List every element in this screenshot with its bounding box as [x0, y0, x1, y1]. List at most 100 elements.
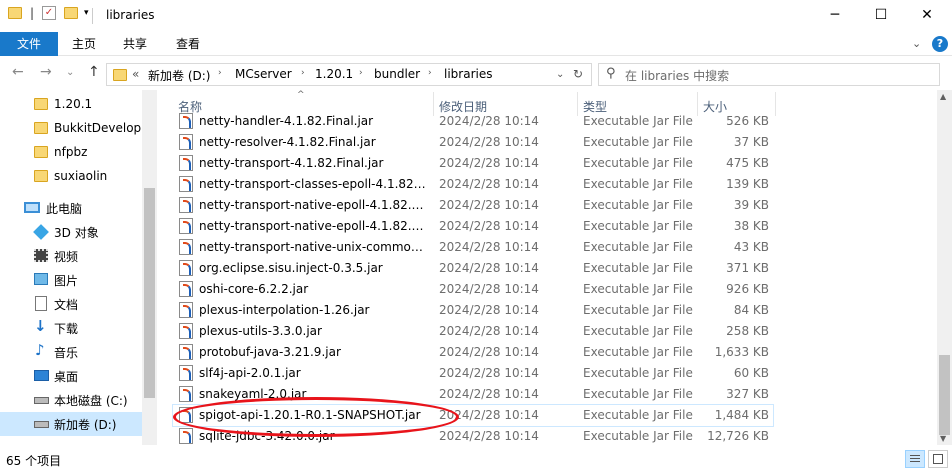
nav-item-local-disk-c[interactable]: 本地磁盘 (C:)	[0, 388, 142, 412]
nav-item-bukkitdevelop[interactable]: BukkitDevelop	[0, 117, 142, 141]
table-row[interactable]: netty-transport-native-epoll-4.1.82.Fi..…	[173, 195, 773, 216]
nav-item-nfpbz[interactable]: nfpbz	[0, 141, 142, 165]
nav-item-documents[interactable]: 文档	[0, 292, 142, 316]
nav-item-this-pc[interactable]: 此电脑	[0, 196, 142, 220]
address-dropdown-button[interactable]: ⌄	[556, 69, 564, 80]
search-input[interactable]: 在 libraries 中搜索	[625, 67, 729, 84]
table-row[interactable]: netty-resolver-4.1.82.Final.jar 2024/2/28…	[173, 132, 773, 153]
file-type: Executable Jar File	[583, 240, 693, 254]
jar-file-icon	[179, 239, 193, 255]
file-type: Executable Jar File	[583, 345, 693, 359]
details-view-button[interactable]	[905, 450, 925, 468]
table-row[interactable]: plexus-interpolation-1.26.jar 2024/2/28 1…	[173, 300, 773, 321]
file-date: 2024/2/28 10:14	[439, 198, 539, 212]
file-name: org.eclipse.sisu.inject-0.3.5.jar	[199, 261, 383, 275]
tab-file[interactable]: 文件	[0, 32, 58, 56]
file-type: Executable Jar File	[583, 324, 693, 338]
nav-item-desktop[interactable]: 桌面	[0, 364, 142, 388]
jar-file-icon	[179, 407, 193, 423]
file-list-scrollbar-thumb[interactable]	[939, 355, 950, 435]
table-row[interactable]: protobuf-java-3.21.9.jar 2024/2/28 10:14 E…	[173, 342, 773, 363]
scroll-down-icon[interactable]: ▼	[940, 434, 946, 443]
file-size: 12,726 KB	[707, 429, 769, 443]
table-row[interactable]: spigot-api-1.20.1-R0.1-SNAPSHOT.jar 2024/…	[172, 404, 774, 427]
nav-scrollbar[interactable]	[142, 90, 157, 445]
table-row[interactable]: netty-transport-native-unix-common-... 20…	[173, 237, 773, 258]
up-button[interactable]: ↑	[88, 64, 100, 80]
table-row[interactable]: netty-transport-4.1.82.Final.jar 2024/2/2…	[173, 153, 773, 174]
refresh-button[interactable]: ↻	[573, 67, 583, 81]
file-name: netty-transport-native-unix-common-...	[199, 240, 427, 254]
file-type: Executable Jar File	[583, 282, 693, 296]
search-box[interactable]: ⚲ 在 libraries 中搜索	[598, 63, 940, 86]
customize-quick-access-icon[interactable]: ▾	[84, 8, 89, 18]
tab-home[interactable]: 主页	[58, 32, 110, 56]
maximize-button[interactable]: ☐	[858, 0, 904, 30]
table-row[interactable]: org.eclipse.sisu.inject-0.3.5.jar 2024/2/…	[173, 258, 773, 279]
file-list-scrollbar[interactable]: ▲ ▼	[937, 90, 952, 445]
forward-button[interactable]: →	[40, 64, 52, 80]
chevron-right-icon[interactable]: ›	[301, 68, 305, 78]
file-date: 2024/2/28 10:14	[439, 177, 539, 191]
table-row[interactable]: sqlite-jdbc-3.42.0.0.jar 2024/2/28 10:14 E…	[173, 426, 773, 445]
quick-access-divider: |	[30, 6, 35, 20]
breadcrumb-mcserver[interactable]: MCserver	[235, 67, 292, 81]
nav-item-music[interactable]: ♪ 音乐	[0, 340, 142, 364]
jar-file-icon	[179, 176, 193, 192]
jar-file-icon	[179, 386, 193, 402]
breadcrumb-1-20-1[interactable]: 1.20.1	[315, 67, 353, 81]
nav-item-pictures[interactable]: 图片	[0, 268, 142, 292]
nav-item-downloads[interactable]: ↓ 下载	[0, 316, 142, 340]
chevron-right-icon[interactable]: ›	[359, 68, 363, 78]
file-name: netty-transport-4.1.82.Final.jar	[199, 156, 384, 170]
table-row[interactable]: snakeyaml-2.0.jar 2024/2/28 10:14 Executab…	[173, 384, 773, 405]
file-type: Executable Jar File	[583, 135, 693, 149]
item-count: 65 个项目	[6, 454, 62, 468]
table-row[interactable]: netty-handler-4.1.82.Final.jar 2024/2/28 …	[173, 111, 773, 132]
nav-item-label: 图片	[54, 274, 79, 288]
breadcrumb-bundler[interactable]: bundler	[374, 67, 420, 81]
table-row[interactable]: slf4j-api-2.0.1.jar 2024/2/28 10:14 Execut…	[173, 363, 773, 384]
window-title: libraries	[106, 8, 155, 22]
nav-item-label: 音乐	[54, 346, 79, 360]
back-button[interactable]: ←	[12, 64, 24, 80]
minimize-button[interactable]: ─	[812, 0, 858, 30]
table-row[interactable]: plexus-utils-3.3.0.jar 2024/2/28 10:14 Exe…	[173, 321, 773, 342]
nav-item-suxiaolin[interactable]: suxiaolin	[0, 165, 142, 189]
properties-icon[interactable]: ✓	[42, 6, 56, 20]
file-name: protobuf-java-3.21.9.jar	[199, 345, 341, 359]
address-bar[interactable]: « 新加卷 (D:) › MCserver › 1.20.1 › bundler…	[106, 63, 592, 86]
table-row[interactable]: oshi-core-6.2.2.jar 2024/2/28 10:14 Execut…	[173, 279, 773, 300]
nav-scrollbar-thumb[interactable]	[144, 188, 155, 398]
expand-ribbon-icon[interactable]: ⌄	[912, 37, 921, 50]
close-button[interactable]: ✕	[904, 0, 950, 30]
nav-item-volume-d[interactable]: 新加卷 (D:)	[0, 412, 142, 436]
file-name: plexus-interpolation-1.26.jar	[199, 303, 370, 317]
tab-view[interactable]: 查看	[162, 32, 214, 56]
chevron-right-icon[interactable]: ›	[218, 68, 222, 78]
nav-item-videos[interactable]: 视频	[0, 244, 142, 268]
nav-item-1-20-1[interactable]: 1.20.1	[0, 93, 142, 117]
file-size: 371 KB	[726, 261, 769, 275]
file-size: 1,633 KB	[714, 345, 769, 359]
column-divider[interactable]	[775, 92, 776, 116]
file-type: Executable Jar File	[583, 219, 693, 233]
table-row[interactable]: netty-transport-classes-epoll-4.1.82.F..…	[173, 174, 773, 195]
breadcrumb-overflow[interactable]: «	[132, 67, 139, 81]
breadcrumb-libraries[interactable]: libraries	[444, 67, 492, 81]
file-date: 2024/2/28 10:14	[439, 387, 539, 401]
new-folder-icon[interactable]	[64, 7, 78, 19]
jar-file-icon	[179, 260, 193, 276]
help-button[interactable]: ?	[932, 36, 948, 52]
breadcrumb-drive-d[interactable]: 新加卷 (D:)	[148, 67, 210, 84]
tab-share[interactable]: 共享	[109, 32, 161, 56]
jar-file-icon	[179, 281, 193, 297]
file-size: 60 KB	[733, 366, 769, 380]
scroll-up-icon[interactable]: ▲	[940, 92, 946, 101]
chevron-right-icon[interactable]: ›	[428, 68, 432, 78]
nav-item-3d-objects[interactable]: 3D 对象	[0, 220, 142, 244]
table-row[interactable]: netty-transport-native-epoll-4.1.82.Fi..…	[173, 216, 773, 237]
file-name: snakeyaml-2.0.jar	[199, 387, 307, 401]
recent-locations-button[interactable]: ⌄	[66, 67, 74, 78]
large-icons-view-button[interactable]	[928, 450, 948, 468]
